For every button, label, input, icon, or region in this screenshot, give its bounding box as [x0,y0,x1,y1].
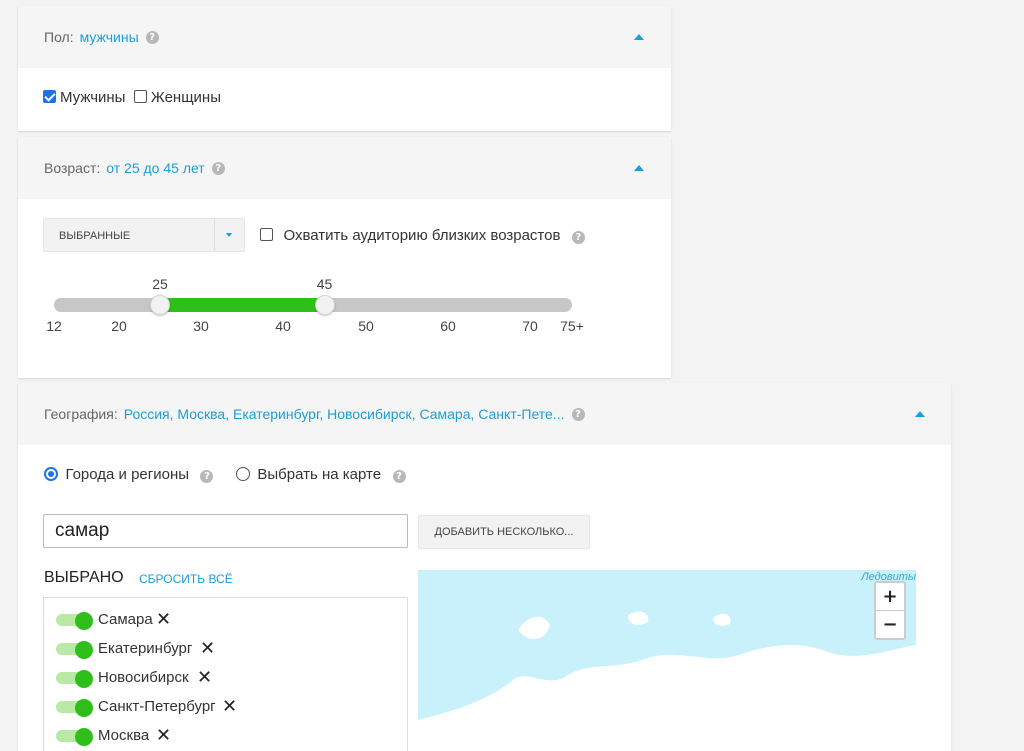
gender-header[interactable]: Пол: мужчины ? [18,6,671,68]
selected-city-4: Москва [98,727,150,744]
age-tick-label: 30 [193,318,209,334]
checkbox-cover-ages[interactable] [260,228,273,241]
map-land [418,611,916,751]
city-search-input[interactable] [43,514,408,548]
cover-ages-label: Охватить аудиторию близких возрастов [283,227,561,244]
men-label: Мужчины [60,89,126,106]
gender-value: мужчины [79,29,139,45]
geo-value: Россия, Москва, Екатеринбург, Новосибирс… [123,406,565,422]
selected-city-0: Самара [98,611,153,628]
radio-cities-label: Города и регионы [65,466,190,483]
remove-city-1-icon[interactable]: ✕ [200,640,215,658]
add-several-label: ДОБАВИТЬ НЕСКОЛЬКО... [434,526,574,538]
remove-city-2-icon[interactable]: ✕ [197,669,212,687]
age-panel: Возраст: от 25 до 45 лет ? ВЫБРАННЫЕ Охв… [18,137,671,378]
help-icon[interactable]: ? [392,470,406,483]
zoom-control: + − [874,581,906,640]
add-several-button[interactable]: ДОБАВИТЬ НЕСКОЛЬКО... [418,515,590,549]
remove-city-4-icon[interactable]: ✕ [156,727,171,745]
age-tick-label: 40 [275,318,291,334]
toggle-city-2[interactable] [56,670,94,688]
radio-map[interactable] [235,467,250,481]
map[interactable]: Ледовиты + − [418,570,916,751]
help-icon[interactable]: ? [211,161,225,175]
help-icon[interactable]: ? [571,407,585,421]
gender-label: Пол: [44,29,74,45]
selected-city-2: Новосибирск [98,669,189,686]
age-tick-label: 70 [522,318,538,334]
age-to-label: 45 [316,276,333,292]
chevron-down-icon [226,233,232,237]
age-tick-label: 75+ [560,318,584,334]
radio-map-label: Выбрать на карте [257,466,382,483]
age-label: Возраст: [44,160,101,176]
geo-header[interactable]: География: Россия, Москва, Екатеринбург,… [18,383,951,445]
select-divider [214,219,215,251]
checkbox-women[interactable] [133,90,147,103]
gender-panel: Пол: мужчины ? Мужчины Женщины [18,6,671,131]
checkbox-men[interactable] [43,90,56,103]
age-slider-handle-to[interactable] [314,295,335,315]
collapse-icon[interactable] [915,411,925,417]
age-slider-fill [160,298,325,312]
geo-panel: География: Россия, Москва, Екатеринбург,… [18,383,951,751]
age-slider-handle-from[interactable] [150,295,170,315]
collapse-icon[interactable] [634,165,644,171]
toggle-city-1[interactable] [56,641,94,659]
zoom-out-button[interactable]: − [876,611,904,638]
age-header[interactable]: Возраст: от 25 до 45 лет ? [18,137,671,199]
toggle-city-0[interactable] [56,612,94,630]
selected-city-1: Екатеринбург [98,640,193,657]
help-icon[interactable]: ? [200,470,214,483]
age-select-value: ВЫБРАННЫЕ [59,230,131,242]
age-tick-label: 60 [440,318,456,334]
age-select[interactable]: ВЫБРАННЫЕ [43,218,245,252]
help-icon[interactable]: ? [571,231,585,244]
selected-title: ВЫБРАНО [44,569,124,586]
radio-cities[interactable] [44,467,58,481]
age-tick-label: 12 [46,318,62,334]
geo-label: География: [44,406,118,422]
age-tick-label: 20 [111,318,127,334]
zoom-out-icon: − [882,614,898,635]
help-icon[interactable]: ? [145,30,159,44]
age-from-label: 25 [152,276,168,292]
selected-city-3: Санкт-Петербург [98,698,216,715]
age-value: от 25 до 45 лет [106,160,205,176]
zoom-in-icon: + [882,586,898,607]
reset-all-link[interactable]: СБРОСИТЬ ВСЁ [139,572,233,586]
collapse-icon[interactable] [634,34,644,40]
remove-city-0-icon[interactable]: ✕ [156,611,171,629]
toggle-city-4[interactable] [56,728,94,746]
toggle-city-3[interactable] [56,699,94,717]
remove-city-3-icon[interactable]: ✕ [222,698,237,716]
zoom-in-button[interactable]: + [876,583,904,611]
women-label: Женщины [150,89,221,106]
age-tick-label: 50 [358,318,374,334]
